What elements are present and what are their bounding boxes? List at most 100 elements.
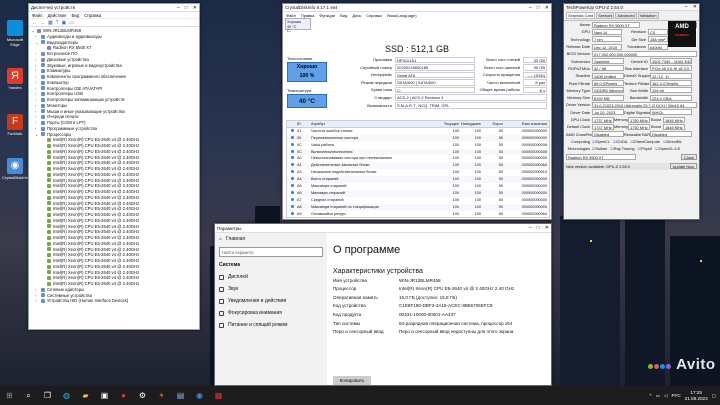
network-icon[interactable]: ▭ xyxy=(656,393,660,399)
desktop-icon-crystaldiskinfo[interactable]: ◉ CrystalDiskInfo xyxy=(2,158,29,194)
task-view-icon[interactable]: ❐ xyxy=(40,388,55,403)
gpuz-tab[interactable]: Validation xyxy=(637,12,659,19)
header-cell[interactable]: Порог xyxy=(481,121,503,127)
desktop-icon-yandex[interactable]: Я Yandex xyxy=(2,68,28,104)
smart-row[interactable]: A0 Невосстановимые сектора при чтении/зап… xyxy=(287,155,549,162)
copy-button[interactable]: Копировать xyxy=(333,376,371,385)
feature-checkbox[interactable]: ☑OpenGL 4.6 xyxy=(655,146,680,151)
minimize-icon[interactable]: – xyxy=(529,225,532,231)
language-indicator[interactable]: РУС xyxy=(671,393,680,398)
device-manager-icon[interactable]: ▤ xyxy=(173,388,188,403)
menu-file[interactable]: Файл xyxy=(32,13,43,18)
header-cell[interactable]: ID xyxy=(297,121,311,127)
start-icon[interactable]: ⊞ xyxy=(2,388,17,403)
feature-checkbox[interactable]: ☑CUDA xyxy=(613,139,628,144)
feature-checkbox[interactable]: ☑DirectML xyxy=(663,139,682,144)
settings-search-input[interactable]: Найти параметр xyxy=(219,247,323,257)
menu-item[interactable]: Справка xyxy=(366,13,382,18)
properties-icon[interactable]: ▦ xyxy=(48,20,53,26)
crystaldiskinfo-icon[interactable]: ◉ xyxy=(192,388,207,403)
furmark-icon[interactable]: ✦ xyxy=(154,388,169,403)
gpu-select[interactable]: Radeon RX 5500 XT xyxy=(566,153,636,160)
tree-item[interactable]: › Устройства HID (Human Interface Devices… xyxy=(31,298,197,304)
crystaldiskinfo-titlebar[interactable]: CrystalDiskInfo 8.17.1 x64 – □ ✕ xyxy=(283,4,551,12)
menu-help[interactable]: Справка xyxy=(84,13,101,18)
smart-row[interactable]: 09 Переназначенные сектора 100 100 50 0000000… xyxy=(287,134,549,142)
yandex-icon[interactable]: ● xyxy=(116,388,131,403)
menu-view[interactable]: Вид xyxy=(71,13,79,18)
nav-home[interactable]: ⌂ Главная xyxy=(215,233,327,245)
close-icon[interactable]: ✕ xyxy=(545,225,549,231)
header-cell[interactable]: Наихудшее xyxy=(459,121,481,127)
close-button[interactable]: Close xyxy=(681,153,697,160)
edge-icon[interactable]: ◍ xyxy=(59,388,74,403)
help-icon[interactable]: ? xyxy=(56,20,59,26)
feature-checkbox[interactable]: ☑OpenCL xyxy=(592,139,610,144)
disk-tab-c[interactable]: Хорошо 40 °C C: xyxy=(285,18,311,33)
feature-checkbox[interactable]: ☑PhysX xyxy=(638,146,653,151)
desktop-icon-edge[interactable]: Microsoft Edge xyxy=(2,20,28,56)
smart-row[interactable]: A3 Начальные недействительные блоки 100 100… xyxy=(287,169,549,176)
monitor-icon[interactable]: ▭ xyxy=(69,20,74,26)
maximize-icon[interactable]: □ xyxy=(537,225,540,231)
header-cell[interactable]: Raw-значения xyxy=(503,121,549,127)
device-manager-titlebar[interactable]: Диспетчер устройств – □ ✕ xyxy=(29,4,199,12)
gpuz-titlebar[interactable]: TechPowerUp GPU-Z 2.54.0 – ✕ xyxy=(564,4,699,11)
chevron-up-icon[interactable]: ^ xyxy=(649,393,651,398)
forward-icon[interactable]: → xyxy=(40,20,45,26)
feature-checkbox[interactable]: ☑Vulkan xyxy=(592,146,607,151)
expand-chevron-icon[interactable]: › xyxy=(35,298,39,304)
minimize-icon[interactable]: – xyxy=(177,5,180,11)
smart-row[interactable]: A7 Средних стираний 100 100 50 000000000000 xyxy=(287,197,549,204)
store-icon[interactable]: ▣ xyxy=(97,388,112,403)
gpuz-tab[interactable]: Sensors xyxy=(596,12,615,19)
expand-chevron-icon[interactable]: ⌄ xyxy=(35,132,39,138)
smart-row[interactable]: 0C Часы работы 100 100 50 000000000008 xyxy=(287,142,549,149)
gpuz-icon[interactable]: ▦ xyxy=(211,388,226,403)
smart-row[interactable]: A6 Минимум стираний 100 100 50 000000000000 xyxy=(287,189,549,197)
smart-row[interactable]: A4 Всего стираний 100 100 50 000000000000 xyxy=(287,176,549,184)
menu-item[interactable]: Вид xyxy=(340,13,347,18)
minimize-icon[interactable]: – xyxy=(529,5,532,11)
close-icon[interactable]: ✕ xyxy=(693,4,697,10)
gpuz-tab[interactable]: Graphics Card xyxy=(566,12,596,19)
smart-row[interactable]: 01 Частота ошибок чтения 100 100 50 000000000… xyxy=(287,128,549,135)
close-icon[interactable]: ✕ xyxy=(193,5,197,11)
menu-item[interactable]: Правка xyxy=(301,13,315,18)
close-icon[interactable]: ✕ xyxy=(545,5,549,11)
minimize-icon[interactable]: – xyxy=(685,4,688,10)
health-status-badge[interactable]: Хорошо 100 % xyxy=(287,62,327,82)
scan-icon[interactable]: ▣ xyxy=(62,20,67,26)
menu-item[interactable]: Функции xyxy=(319,13,335,18)
settings-nav-item[interactable]: Уведомления и действия xyxy=(215,295,327,307)
header-cell[interactable]: Атрибут xyxy=(311,121,437,127)
clock[interactable]: 17:25 21.08.2023 xyxy=(685,390,708,401)
settings-nav-item[interactable]: Дисплей xyxy=(215,271,327,283)
menu-item[interactable]: Диск xyxy=(352,13,361,18)
update-now-button[interactable]: Update Now xyxy=(669,163,697,170)
notifications-icon[interactable]: ▢ xyxy=(712,393,716,399)
smart-row[interactable]: A8 Максимум стираний по спецификации 100 10… xyxy=(287,203,549,211)
file-explorer-icon[interactable]: ▰ xyxy=(78,388,93,403)
smart-row[interactable]: A9 Оставшийся ресурс 100 100 50 000000000064 xyxy=(287,211,549,218)
menu-item[interactable]: Файл xyxy=(286,13,296,18)
feature-checkbox[interactable]: ☑Ray Tracing xyxy=(610,146,634,151)
smart-row[interactable]: 0C Включения/отключения 100 100 50 0000000000… xyxy=(287,148,549,156)
settings-gear-icon[interactable]: ⚙ xyxy=(135,388,150,403)
header-cell[interactable]: Текущее xyxy=(437,121,459,127)
maximize-icon[interactable]: □ xyxy=(537,5,540,11)
search-icon[interactable]: ⌕ xyxy=(21,388,36,403)
gpuz-tab[interactable]: Advanced xyxy=(615,12,637,19)
expand-chevron-icon[interactable]: ⌄ xyxy=(35,40,39,46)
smart-row[interactable]: A5 Максимум стираний 100 100 50 000000000000 xyxy=(287,183,549,190)
settings-nav-item[interactable]: Питание и спящий режим xyxy=(215,319,327,331)
maximize-icon[interactable]: □ xyxy=(185,5,188,11)
back-icon[interactable]: ← xyxy=(32,20,37,26)
desktop-icon-furmark[interactable]: F FurMark xyxy=(2,114,28,150)
menu-item[interactable]: Язык(Language) xyxy=(387,13,417,18)
menu-action[interactable]: Действие xyxy=(48,13,67,18)
settings-nav-item[interactable]: Фокусировка внимания xyxy=(215,307,327,319)
smart-row[interactable]: A1 Действительные запасные блоки 100 100 50 0… xyxy=(287,162,549,170)
volume-icon[interactable]: ◁ xyxy=(664,393,668,399)
settings-nav-item[interactable]: Звук xyxy=(215,283,327,295)
